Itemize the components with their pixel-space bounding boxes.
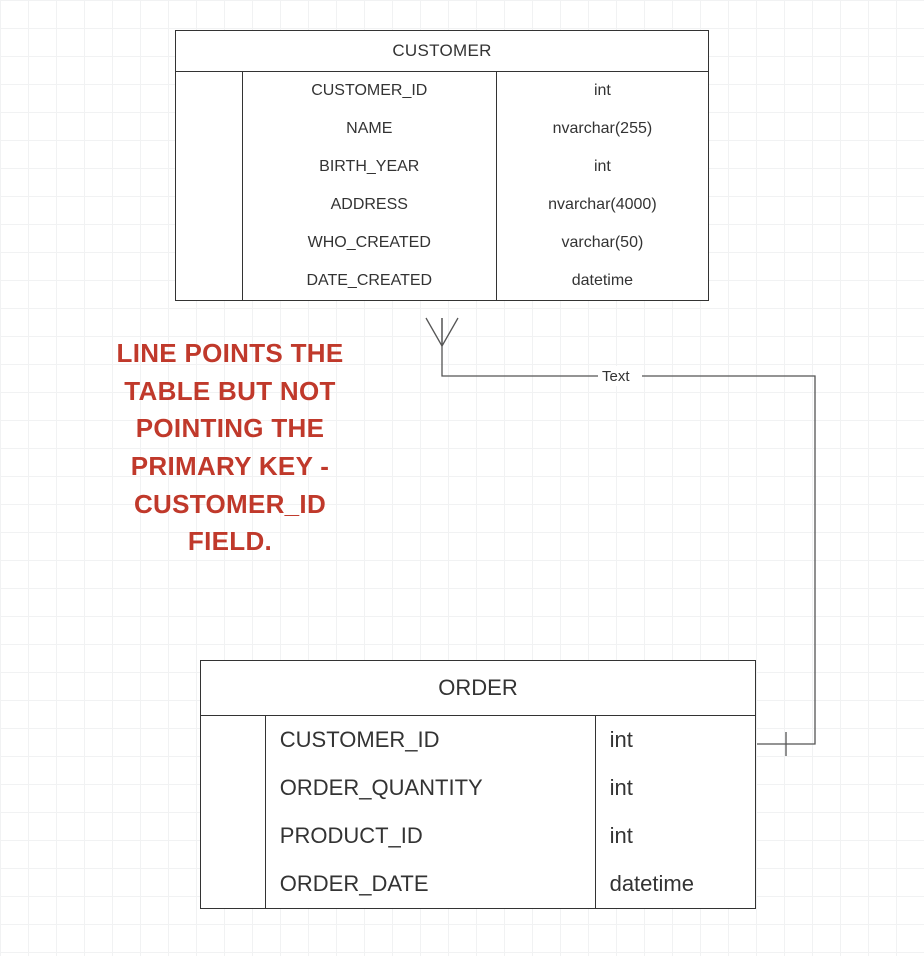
- field-name: CUSTOMER_ID: [266, 716, 595, 764]
- entity-customer-body: CUSTOMER_ID NAME BIRTH_YEAR ADDRESS WHO_…: [176, 72, 708, 300]
- entity-customer-name-column: CUSTOMER_ID NAME BIRTH_YEAR ADDRESS WHO_…: [243, 72, 497, 300]
- key-cell: [201, 812, 265, 860]
- entity-order-type-column: int int int datetime: [596, 716, 755, 908]
- key-cell: [176, 148, 242, 186]
- entity-order-key-column: [201, 716, 266, 908]
- entity-customer-key-column: [176, 72, 243, 300]
- field-type: datetime: [497, 262, 708, 300]
- key-cell: [201, 860, 265, 908]
- field-type: int: [596, 812, 755, 860]
- field-name: ORDER_QUANTITY: [266, 764, 595, 812]
- annotation-text: LINE POINTS THE TABLE BUT NOT POINTING T…: [60, 335, 400, 561]
- annotation-line: POINTING THE: [136, 413, 325, 443]
- entity-order-title: ORDER: [201, 661, 755, 716]
- annotation-line: CUSTOMER_ID: [134, 489, 326, 519]
- entity-order-name-column: CUSTOMER_ID ORDER_QUANTITY PRODUCT_ID OR…: [266, 716, 596, 908]
- key-cell: [176, 262, 242, 300]
- field-type: varchar(50): [497, 224, 708, 262]
- field-type: int: [497, 148, 708, 186]
- field-name: ADDRESS: [243, 186, 496, 224]
- field-name: PRODUCT_ID: [266, 812, 595, 860]
- field-type: nvarchar(4000): [497, 186, 708, 224]
- field-name: DATE_CREATED: [243, 262, 496, 300]
- annotation-line: LINE POINTS THE: [117, 338, 344, 368]
- entity-order-body: CUSTOMER_ID ORDER_QUANTITY PRODUCT_ID OR…: [201, 716, 755, 908]
- annotation-line: FIELD.: [188, 526, 272, 556]
- field-type: nvarchar(255): [497, 110, 708, 148]
- key-cell: [201, 764, 265, 812]
- key-cell: [201, 716, 265, 764]
- entity-customer[interactable]: CUSTOMER CUSTOMER_ID NAME BIRTH_YEAR ADD…: [175, 30, 709, 301]
- field-name: NAME: [243, 110, 496, 148]
- field-name: ORDER_DATE: [266, 860, 595, 908]
- annotation-line: PRIMARY KEY -: [131, 451, 329, 481]
- key-cell: [176, 224, 242, 262]
- field-type: int: [497, 72, 708, 110]
- field-type: datetime: [596, 860, 755, 908]
- field-name: WHO_CREATED: [243, 224, 496, 262]
- field-type: int: [596, 716, 755, 764]
- entity-customer-type-column: int nvarchar(255) int nvarchar(4000) var…: [497, 72, 708, 300]
- entity-customer-title: CUSTOMER: [176, 31, 708, 72]
- key-cell: [176, 72, 242, 110]
- field-name: BIRTH_YEAR: [243, 148, 496, 186]
- entity-order[interactable]: ORDER CUSTOMER_ID ORDER_QUANTITY PRODUCT…: [200, 660, 756, 909]
- field-type: int: [596, 764, 755, 812]
- key-cell: [176, 110, 242, 148]
- annotation-line: TABLE BUT NOT: [124, 376, 335, 406]
- key-cell: [176, 186, 242, 224]
- field-name: CUSTOMER_ID: [243, 72, 496, 110]
